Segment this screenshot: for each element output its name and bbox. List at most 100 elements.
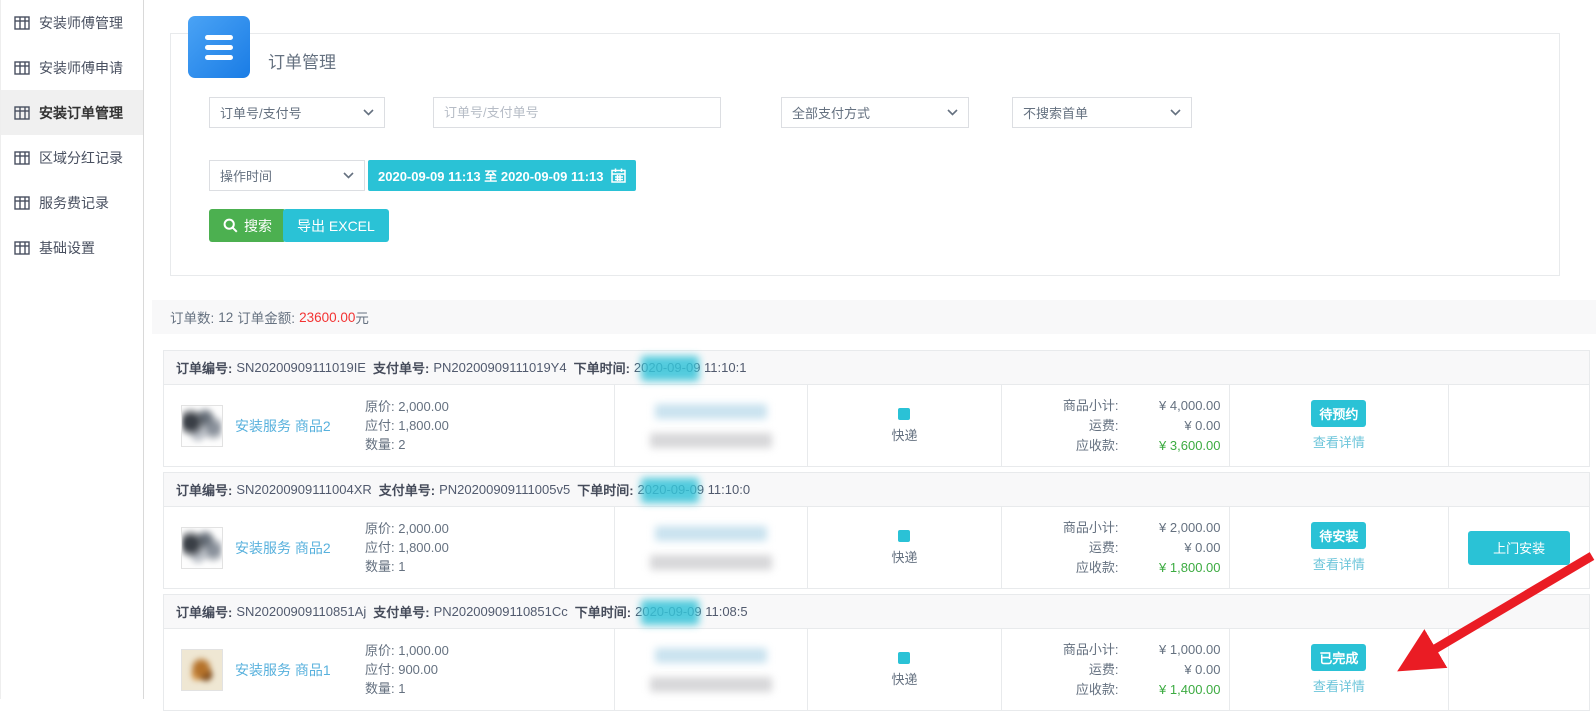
pay-method-select[interactable]: 全部支付方式 bbox=[781, 97, 969, 128]
first-order-select[interactable]: 不搜索首单 bbox=[1012, 97, 1192, 128]
pay-method-selected-value: 全部支付方式 bbox=[792, 103, 870, 122]
action-cell bbox=[1449, 385, 1589, 466]
sidebar-item-installer-application[interactable]: 安装师傅申请 bbox=[1, 45, 143, 90]
status-cell: 待预约 查看详情 bbox=[1230, 385, 1450, 466]
table-icon bbox=[14, 61, 30, 75]
chevron-down-icon bbox=[1170, 109, 1181, 116]
subtotal-value: ¥ 4,000.00 bbox=[1119, 396, 1221, 416]
sidebar-item-label: 服务费记录 bbox=[39, 193, 109, 213]
receivable-label: 应收款: bbox=[1063, 436, 1119, 456]
customer-cell bbox=[615, 385, 808, 466]
subtotal-label: 商品小计: bbox=[1063, 396, 1119, 416]
date-range-picker-button[interactable]: 2020-09-09 11:13 至 2020-09-09 11:13 bbox=[368, 160, 636, 191]
receivable-value: ¥ 1,800.00 bbox=[1119, 558, 1221, 578]
delivery-square-icon bbox=[898, 530, 910, 542]
product-thumbnail[interactable] bbox=[181, 405, 223, 447]
order-row: 安装服务 商品2 原价: 2,000.00 应付: 1,800.00 数量: 2… bbox=[163, 385, 1590, 467]
page-title: 订单管理 bbox=[268, 48, 336, 73]
shipping-value: ¥ 0.00 bbox=[1119, 660, 1221, 680]
delivery-cell: 快递 bbox=[808, 385, 1002, 466]
receivable-value: ¥ 1,400.00 bbox=[1119, 680, 1221, 700]
subtotal-label: 商品小计: bbox=[1063, 640, 1119, 660]
product-name-link[interactable]: 安装服务 商品2 bbox=[235, 538, 365, 558]
search-button-label: 搜索 bbox=[244, 216, 272, 236]
quantity: 数量: 1 bbox=[365, 679, 449, 698]
time-type-selected-value: 操作时间 bbox=[220, 166, 272, 185]
pay-no-value: PN20200909111005v5 bbox=[439, 482, 570, 497]
shipping-value: ¥ 0.00 bbox=[1119, 416, 1221, 436]
sidebar-item-label: 安装师傅管理 bbox=[39, 13, 123, 33]
product-name-link[interactable]: 安装服务 商品2 bbox=[235, 416, 365, 436]
delivery-cell: 快递 bbox=[808, 629, 1002, 710]
search-button[interactable]: 搜索 bbox=[209, 209, 286, 242]
search-icon bbox=[223, 218, 238, 233]
order-time-label: 下单时间: bbox=[577, 480, 633, 499]
status-badge: 待安装 bbox=[1311, 522, 1366, 549]
redacted-customer-phone bbox=[650, 555, 772, 570]
table-icon bbox=[14, 151, 30, 165]
chevron-down-icon bbox=[343, 172, 354, 179]
customer-cell bbox=[615, 507, 808, 588]
chevron-down-icon bbox=[947, 109, 958, 116]
keyword-input[interactable] bbox=[433, 97, 721, 128]
calendar-icon bbox=[611, 168, 626, 183]
door-install-button[interactable]: 上门安装 bbox=[1468, 531, 1570, 565]
search-type-select[interactable]: 订单号/支付号 bbox=[209, 97, 385, 128]
order-header: 订单编号: SN20200909111004XR 支付单号: PN2020090… bbox=[163, 472, 1590, 507]
redacted-customer-name bbox=[655, 404, 767, 419]
order-no-label: 订单编号: bbox=[176, 602, 232, 621]
shipping-label: 运费: bbox=[1063, 660, 1119, 680]
chevron-down-icon bbox=[363, 109, 374, 116]
product-cell: 安装服务 商品2 原价: 2,000.00 应付: 1,800.00 数量: 1 bbox=[164, 507, 615, 588]
view-detail-link[interactable]: 查看详情 bbox=[1313, 554, 1365, 573]
shipping-label: 运费: bbox=[1063, 538, 1119, 558]
order-block: 订单编号: SN20200909111019IE 支付单号: PN2020090… bbox=[163, 350, 1590, 467]
view-detail-link[interactable]: 查看详情 bbox=[1313, 676, 1365, 695]
sidebar-item-region-dividend-records[interactable]: 区域分红记录 bbox=[1, 135, 143, 180]
view-detail-link[interactable]: 查看详情 bbox=[1313, 432, 1365, 451]
table-icon bbox=[14, 196, 30, 210]
sidebar-item-label: 区域分红记录 bbox=[39, 148, 123, 168]
pay-price: 应付: 1,800.00 bbox=[365, 416, 449, 435]
table-icon bbox=[14, 241, 30, 255]
export-excel-button[interactable]: 导出 EXCEL bbox=[283, 209, 389, 242]
sidebar-item-basic-settings[interactable]: 基础设置 bbox=[1, 225, 143, 270]
table-icon bbox=[14, 16, 30, 30]
order-time-label: 下单时间: bbox=[574, 358, 630, 377]
redacted-customer-phone bbox=[650, 433, 772, 448]
product-cell: 安装服务 商品2 原价: 2,000.00 应付: 1,800.00 数量: 2 bbox=[164, 385, 615, 466]
status-cell: 已完成 查看详情 bbox=[1230, 629, 1450, 710]
shipping-label: 运费: bbox=[1063, 416, 1119, 436]
orders-amount-value: 23600.00 bbox=[299, 310, 355, 325]
order-no-value: SN20200909110851Aj bbox=[236, 604, 366, 619]
orig-price: 原价: 2,000.00 bbox=[365, 397, 449, 416]
redacted-customer-name bbox=[655, 648, 767, 663]
order-header: 订单编号: SN20200909110851Aj 支付单号: PN2020090… bbox=[163, 594, 1590, 629]
action-cell bbox=[1449, 629, 1589, 710]
menu-toggle-button[interactable] bbox=[188, 16, 250, 78]
product-thumbnail[interactable] bbox=[181, 649, 223, 691]
status-badge: 已完成 bbox=[1311, 644, 1366, 671]
delivery-label: 快递 bbox=[891, 669, 917, 688]
time-type-select[interactable]: 操作时间 bbox=[209, 160, 365, 191]
product-thumbnail[interactable] bbox=[181, 527, 223, 569]
order-block: 订单编号: SN20200909110851Aj 支付单号: PN2020090… bbox=[163, 594, 1590, 711]
pay-no-value: PN20200909111019Y4 bbox=[433, 360, 566, 375]
pay-no-value: PN20200909110851Cc bbox=[434, 604, 568, 619]
pay-no-label: 支付单号: bbox=[379, 480, 435, 499]
order-no-value: SN20200909111019IE bbox=[236, 360, 366, 375]
sidebar-item-installer-management[interactable]: 安装师傅管理 bbox=[1, 0, 143, 45]
quantity: 数量: 1 bbox=[365, 557, 449, 576]
order-header: 订单编号: SN20200909111019IE 支付单号: PN2020090… bbox=[163, 350, 1590, 385]
product-name-link[interactable]: 安装服务 商品1 bbox=[235, 660, 365, 680]
receivable-label: 应收款: bbox=[1063, 558, 1119, 578]
orders-amount-unit: 元 bbox=[355, 307, 369, 327]
order-no-label: 订单编号: bbox=[176, 358, 232, 377]
date-range-value: 2020-09-09 11:13 至 2020-09-09 11:13 bbox=[378, 166, 604, 185]
delivery-label: 快递 bbox=[891, 547, 917, 566]
pay-price: 应付: 900.00 bbox=[365, 660, 449, 679]
sidebar-item-install-order-management[interactable]: 安装订单管理 bbox=[1, 90, 143, 135]
delivery-cell: 快递 bbox=[808, 507, 1002, 588]
sidebar-item-service-fee-records[interactable]: 服务费记录 bbox=[1, 180, 143, 225]
orders-count-value: 12 bbox=[218, 310, 233, 325]
